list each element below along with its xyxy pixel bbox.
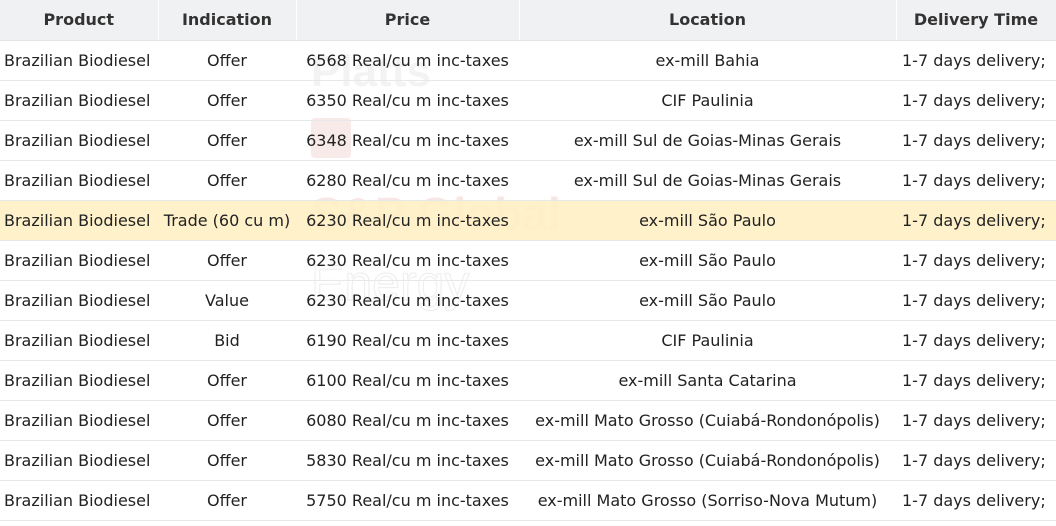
cell-product: Brazilian Biodiesel xyxy=(0,40,158,81)
cell-price: 6230 Real/cu m inc-taxes xyxy=(296,200,519,241)
cell-delivery-time: 1-7 days delivery; xyxy=(896,360,1056,401)
cell-location: ex-mill Mato Grosso (Cuiabá-Rondonópolis… xyxy=(519,440,896,481)
column-header-indication[interactable]: Indication xyxy=(158,0,297,41)
cell-delivery-time: 1-7 days delivery; xyxy=(896,40,1056,81)
table-row[interactable]: Brazilian Biodiesel Offer 5750 Real/cu m… xyxy=(0,480,1056,521)
cell-price: 6568 Real/cu m inc-taxes xyxy=(296,40,519,81)
cell-location: ex-mill Sul de Goias-Minas Gerais xyxy=(519,160,896,201)
cell-delivery-time: 1-7 days delivery; xyxy=(896,480,1056,521)
cell-delivery-time: 1-7 days delivery; xyxy=(896,240,1056,281)
cell-location: ex-mill São Paulo xyxy=(519,240,896,281)
column-header-location[interactable]: Location xyxy=(519,0,897,41)
cell-product: Brazilian Biodiesel xyxy=(0,80,158,121)
cell-delivery-time: 1-7 days delivery; xyxy=(896,320,1056,361)
table-header: Product Indication Price Location Delive… xyxy=(0,0,1056,41)
table-row[interactable]: Brazilian Biodiesel Bid 6190 Real/cu m i… xyxy=(0,320,1056,361)
cell-indication: Offer xyxy=(158,240,296,281)
column-header-product[interactable]: Product xyxy=(0,0,159,41)
cell-price: 6190 Real/cu m inc-taxes xyxy=(296,320,519,361)
cell-indication: Value xyxy=(158,280,296,321)
cell-product: Brazilian Biodiesel xyxy=(0,360,158,401)
cell-delivery-time: 1-7 days delivery; xyxy=(896,120,1056,161)
cell-delivery-time: 1-7 days delivery; xyxy=(896,440,1056,481)
table-row[interactable]: Brazilian Biodiesel Offer 6348 Real/cu m… xyxy=(0,120,1056,161)
cell-location: ex-mill São Paulo xyxy=(519,200,896,241)
cell-product: Brazilian Biodiesel xyxy=(0,240,158,281)
cell-product: Brazilian Biodiesel xyxy=(0,160,158,201)
table-row[interactable]: Brazilian Biodiesel Offer 6568 Real/cu m… xyxy=(0,40,1056,81)
cell-delivery-time: 1-7 days delivery; xyxy=(896,280,1056,321)
cell-price: 6230 Real/cu m inc-taxes xyxy=(296,240,519,281)
table-row[interactable]: Brazilian Biodiesel Offer 6230 Real/cu m… xyxy=(0,240,1056,281)
cell-location: ex-mill Bahia xyxy=(519,40,896,81)
cell-price: 6100 Real/cu m inc-taxes xyxy=(296,360,519,401)
cell-product: Brazilian Biodiesel xyxy=(0,120,158,161)
cell-indication: Bid xyxy=(158,320,296,361)
price-table-container: Platts S&P Global Energy Product Indicat… xyxy=(0,0,1056,526)
cell-location: ex-mill Sul de Goias-Minas Gerais xyxy=(519,120,896,161)
table-row[interactable]: Brazilian Biodiesel Offer 6100 Real/cu m… xyxy=(0,360,1056,401)
cell-product: Brazilian Biodiesel xyxy=(0,280,158,321)
cell-product: Brazilian Biodiesel xyxy=(0,320,158,361)
cell-product: Brazilian Biodiesel xyxy=(0,480,158,521)
cell-location: ex-mill Mato Grosso (Cuiabá-Rondonópolis… xyxy=(519,400,896,441)
cell-product: Brazilian Biodiesel xyxy=(0,400,158,441)
table-row[interactable]: Brazilian Biodiesel Offer 5830 Real/cu m… xyxy=(0,440,1056,481)
table-row[interactable]: Brazilian Biodiesel Offer 6280 Real/cu m… xyxy=(0,160,1056,201)
cell-indication: Offer xyxy=(158,160,296,201)
column-header-delivery-time[interactable]: Delivery Time xyxy=(896,0,1056,41)
cell-price: 6348 Real/cu m inc-taxes xyxy=(296,120,519,161)
table-row[interactable]: Brazilian Biodiesel Value 6230 Real/cu m… xyxy=(0,280,1056,321)
table-row[interactable]: Brazilian Biodiesel Offer 6350 Real/cu m… xyxy=(0,80,1056,121)
cell-product: Brazilian Biodiesel xyxy=(0,200,158,241)
cell-price: 6080 Real/cu m inc-taxes xyxy=(296,400,519,441)
cell-price: 5830 Real/cu m inc-taxes xyxy=(296,440,519,481)
cell-delivery-time: 1-7 days delivery; xyxy=(896,160,1056,201)
header-row: Product Indication Price Location Delive… xyxy=(0,0,1056,41)
cell-indication: Offer xyxy=(158,360,296,401)
price-table: Product Indication Price Location Delive… xyxy=(0,0,1056,521)
cell-indication: Offer xyxy=(158,400,296,441)
column-header-price[interactable]: Price xyxy=(296,0,520,41)
cell-indication: Offer xyxy=(158,80,296,121)
cell-location: ex-mill Mato Grosso (Sorriso-Nova Mutum) xyxy=(519,480,896,521)
cell-indication: Offer xyxy=(158,440,296,481)
cell-location: ex-mill Santa Catarina xyxy=(519,360,896,401)
cell-price: 6230 Real/cu m inc-taxes xyxy=(296,280,519,321)
cell-indication: Offer xyxy=(158,40,296,81)
cell-price: 6280 Real/cu m inc-taxes xyxy=(296,160,519,201)
cell-delivery-time: 1-7 days delivery; xyxy=(896,400,1056,441)
table-row-highlighted[interactable]: Brazilian Biodiesel Trade (60 cu m) 6230… xyxy=(0,200,1056,241)
table-body: Brazilian Biodiesel Offer 6568 Real/cu m… xyxy=(0,40,1056,521)
cell-delivery-time: 1-7 days delivery; xyxy=(896,80,1056,121)
cell-indication: Offer xyxy=(158,120,296,161)
cell-indication: Trade (60 cu m) xyxy=(158,200,296,241)
cell-location: CIF Paulinia xyxy=(519,320,896,361)
cell-location: CIF Paulinia xyxy=(519,80,896,121)
cell-location: ex-mill São Paulo xyxy=(519,280,896,321)
cell-price: 6350 Real/cu m inc-taxes xyxy=(296,80,519,121)
cell-delivery-time: 1-7 days delivery; xyxy=(896,200,1056,241)
cell-product: Brazilian Biodiesel xyxy=(0,440,158,481)
cell-price: 5750 Real/cu m inc-taxes xyxy=(296,480,519,521)
table-row[interactable]: Brazilian Biodiesel Offer 6080 Real/cu m… xyxy=(0,400,1056,441)
cell-indication: Offer xyxy=(158,480,296,521)
